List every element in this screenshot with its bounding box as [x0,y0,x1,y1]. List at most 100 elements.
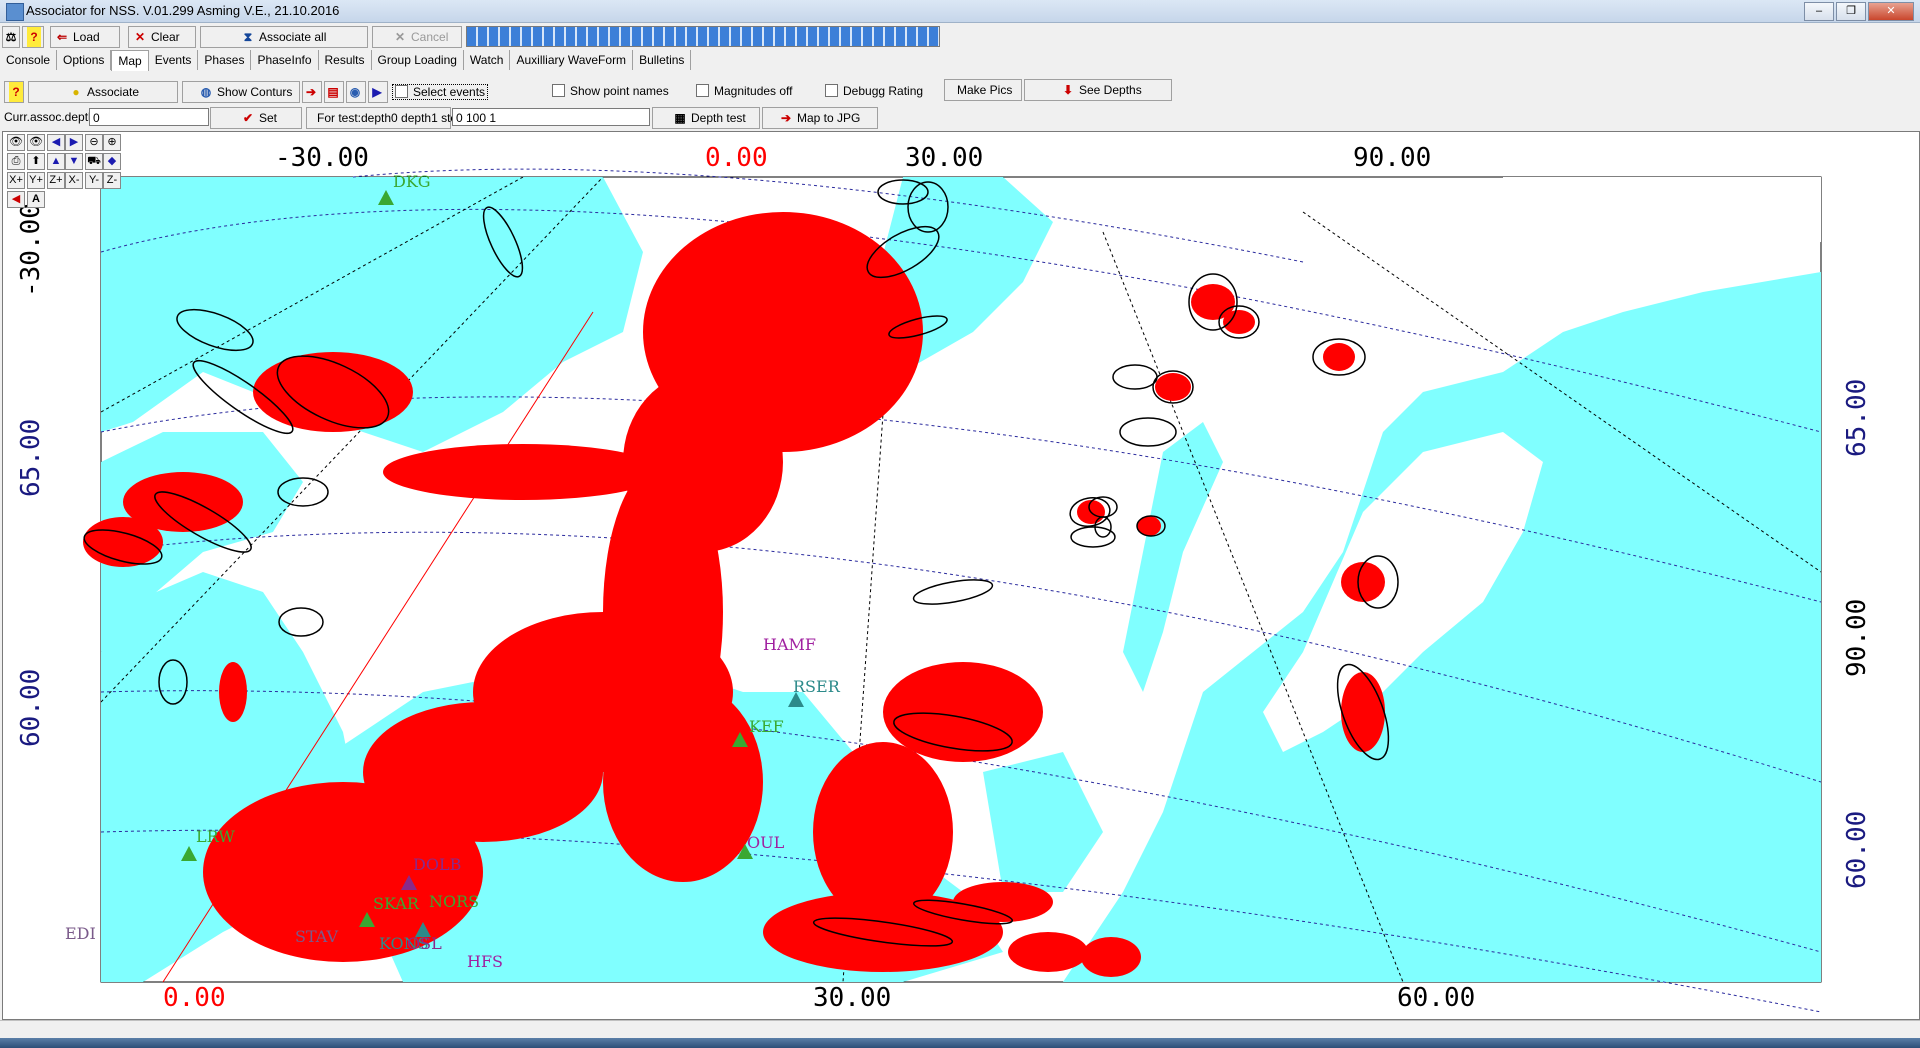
tab-console[interactable]: Console [0,50,58,70]
tab-phaseinfo[interactable]: PhaseInfo [251,50,319,70]
window-title: Associator for NSS. V.01.299 Asming V.E.… [26,3,340,18]
minimize-button[interactable]: – [1804,2,1834,21]
debugg-rating-checkbox[interactable]: Debugg Rating [825,84,923,98]
cursor-tool[interactable]: ⬆ [27,153,45,170]
close-button[interactable]: ✕ [1868,2,1914,21]
map-canvas[interactable]: DKG HAMF KEF RSER OUL LRW DOLB SKAR NORS… [3,132,1917,1017]
play-icon: ▶ [372,85,382,99]
pan-up-tool[interactable]: ▲ [47,153,65,170]
taskbar [0,1038,1920,1048]
status-bar [0,1020,1920,1039]
lat-label-left: 65.00 [16,419,46,497]
show-point-names-checkbox[interactable]: Show point names [552,84,669,98]
tab-group-loading[interactable]: Group Loading [372,50,464,70]
play-button[interactable]: ▶ [368,81,388,103]
clear-icon: ✕ [134,30,146,44]
test-depth-label: For test:depth0 depth1 step [306,107,464,129]
tab-options[interactable]: Options [57,50,112,70]
tab-events[interactable]: Events [149,50,199,70]
lon-label-top: -30.00 [275,143,369,173]
station-label: EDI [65,924,96,943]
tab-results[interactable]: Results [319,50,372,70]
mini-tool-x-plus[interactable]: X+ [7,172,25,189]
station-label: OUL [747,833,785,852]
tab-watch[interactable]: Watch [464,50,511,70]
associate-all-button[interactable]: ⧗ Associate all [200,26,368,48]
hourglass-icon: ⧗ [243,30,253,44]
tab-auxilliary-waveform[interactable]: Auxilliary WaveForm [510,50,634,70]
mini-tool-y-plus[interactable]: Y+ [27,172,45,189]
eye-left-tool[interactable]: 👁 [7,134,25,151]
map-to-jpg-button[interactable]: ➔ Map to JPG [762,107,878,129]
checkmark-icon: ✔ [242,111,254,125]
pan-left-tool[interactable]: ◀ [47,134,65,151]
open-button[interactable]: ▤ [324,81,344,103]
mini-tool-x-minus[interactable]: X- [65,172,83,189]
station-label: HFS [467,952,503,971]
make-pics-button[interactable]: Make Pics [944,79,1022,101]
test-depth-field[interactable]: 0 100 1 [452,108,650,126]
mini-tool-z-minus[interactable]: Z- [103,172,121,189]
curr-assoc-depth-label: Curr.assoc.depth [4,110,95,124]
set-button[interactable]: ✔ Set [210,107,302,129]
export-button[interactable]: ➔ [302,81,322,103]
lon-label-top: 30.00 [905,143,983,173]
restore-button[interactable]: ❐ [1836,2,1866,21]
select-events-checkbox[interactable]: Select events [392,84,489,100]
eye-right-tool[interactable]: 👁 [27,134,45,151]
print-tool[interactable]: ⎙ [7,153,25,170]
world-icon: ◉ [349,85,361,99]
cancel-button[interactable]: ✕ Cancel [372,26,462,48]
map-help-button[interactable]: ? [4,81,24,103]
zoom-in-icon[interactable]: ⊕ [103,134,121,151]
tab-map[interactable]: Map [111,50,149,71]
station-label: OSL [407,934,442,953]
pan-right-tool[interactable]: ▶ [65,134,83,151]
export-icon: ➔ [780,111,792,125]
mini-tool-z-plus[interactable]: Z+ [47,172,65,189]
arrow-right-icon: ➔ [305,85,317,99]
load-button[interactable]: ⇐ Load [50,26,120,48]
mini-tool-y-minus[interactable]: Y- [85,172,103,189]
lat-label-right: 65.00 [1842,379,1872,457]
app-icon [6,3,24,21]
help-button[interactable]: ? [22,26,44,48]
zoom-out-icon[interactable]: ⊖ [85,134,103,151]
lat-label-left: 60.00 [16,669,46,747]
globe-icon: ◍ [200,85,212,99]
associate-button[interactable]: ● Associate [28,81,178,103]
lon-label-bottom: 30.00 [813,983,891,1013]
station-label: STAV [295,927,339,946]
lon-label-bottom: 60.00 [1397,983,1475,1013]
depth-test-button[interactable]: ▦ Depth test [652,107,760,129]
station-label: HAMF [763,635,816,654]
magnitudes-off-checkbox[interactable]: Magnitudes off [696,84,793,98]
station-label: RSER [793,677,841,696]
pan-down-tool[interactable]: ▼ [65,153,83,170]
lat-label-right: 90.00 [1842,599,1872,677]
cancel-icon: ✕ [394,30,406,44]
lon-label-top: 90.00 [1353,143,1431,173]
show-conturs-button[interactable]: ◍ Show Conturs [182,81,300,103]
lightbulb-icon: ● [72,85,80,99]
tab-bulletins[interactable]: Bulletins [633,50,692,70]
map-panel[interactable]: DKG HAMF KEF RSER OUL LRW DOLB SKAR NORS… [2,131,1920,1020]
station-label: DKG [393,172,431,191]
app-tool-icon[interactable]: ⚖ [2,26,20,48]
title-bar: Associator for NSS. V.01.299 Asming V.E.… [0,0,1920,23]
tag-tool[interactable]: ◆ [103,153,121,170]
text-tool-icon[interactable]: A [27,191,45,208]
tab-bar: Console Options Map Events Phases PhaseI… [0,50,692,72]
station-label: NORS [429,892,479,911]
see-depths-button[interactable]: ⬇ See Depths [1024,79,1172,101]
world-button[interactable]: ◉ [346,81,366,103]
load-icon: ⇐ [56,30,68,44]
curr-assoc-depth-field[interactable]: 0 [89,108,209,126]
lon-label-top: 0.00 [705,143,768,173]
back-arrow-icon[interactable]: ◀ [7,191,25,208]
tab-phases[interactable]: Phases [198,50,252,70]
car-tool[interactable]: ⛟ [85,153,103,170]
progress-bar [466,26,940,47]
station-label: LRW [196,827,235,846]
clear-button[interactable]: ✕ Clear [128,26,196,48]
